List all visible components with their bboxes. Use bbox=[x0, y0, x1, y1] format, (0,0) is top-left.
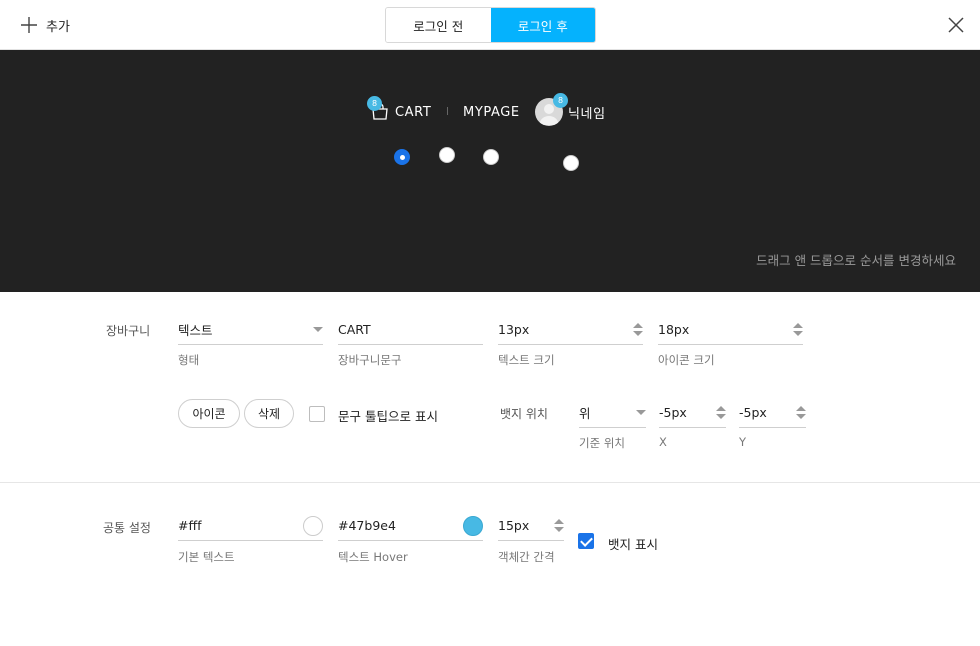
base-color-swatch[interactable] bbox=[303, 515, 323, 536]
cart-badge: 8 bbox=[367, 96, 382, 111]
section-divider bbox=[0, 482, 980, 483]
chevron-down-icon bbox=[636, 410, 646, 415]
stepper-arrows-icon[interactable] bbox=[554, 519, 564, 532]
badge-x-value: -5px bbox=[659, 405, 687, 420]
delete-button[interactable]: 삭제 bbox=[244, 399, 294, 428]
cart-text-input[interactable]: CART bbox=[338, 315, 483, 345]
show-badge-checkbox[interactable] bbox=[578, 533, 594, 549]
stepper-arrows-icon[interactable] bbox=[796, 406, 806, 419]
icon-size-caption: 아이콘 크기 bbox=[658, 353, 715, 367]
text-size-caption: 텍스트 크기 bbox=[498, 353, 555, 367]
cart-section-label: 장바구니 bbox=[106, 324, 151, 338]
badge-x-stepper[interactable]: -5px bbox=[659, 398, 726, 428]
preview-nickname[interactable]: 닉네임 bbox=[568, 102, 606, 122]
preview-mypage[interactable]: MYPAGE bbox=[463, 102, 520, 122]
drag-handle-cart[interactable] bbox=[394, 149, 410, 165]
icon-size-value: 18px bbox=[658, 322, 690, 337]
cart-text-caption: 장바구니문구 bbox=[338, 353, 402, 367]
badge-base-caption: 기준 위치 bbox=[579, 436, 625, 450]
base-text-color-input[interactable]: #fff bbox=[178, 511, 323, 541]
gap-value: 15px bbox=[498, 518, 530, 533]
cart-type-select[interactable]: 텍스트 bbox=[178, 315, 323, 345]
badge-x-caption: X bbox=[659, 435, 667, 449]
hover-text-caption: 텍스트 Hover bbox=[338, 550, 408, 564]
icon-size-stepper[interactable]: 18px bbox=[658, 315, 803, 345]
cart-type-value: 텍스트 bbox=[178, 323, 213, 338]
tab-before-login[interactable]: 로그인 전 bbox=[386, 8, 491, 42]
badge-base-select[interactable]: 위 bbox=[579, 398, 646, 428]
add-label: 추가 bbox=[46, 19, 70, 35]
icon-button[interactable]: 아이콘 bbox=[178, 399, 240, 428]
badge-position-label: 뱃지 위치 bbox=[500, 407, 548, 421]
text-size-stepper[interactable]: 13px bbox=[498, 315, 643, 345]
stepper-arrows-icon[interactable] bbox=[793, 323, 803, 336]
top-bar: 추가 로그인 전 로그인 후 bbox=[0, 0, 980, 50]
login-state-toggle: 로그인 전 로그인 후 bbox=[385, 7, 596, 43]
stepper-arrows-icon[interactable] bbox=[633, 323, 643, 336]
drag-handle-separator[interactable] bbox=[439, 147, 455, 163]
preview-area: CART 8 MYPAGE 8 닉네임 드래그 앤 드롭으로 순서를 변경하세요 bbox=[0, 50, 980, 292]
chevron-down-icon bbox=[313, 327, 323, 332]
badge-y-caption: Y bbox=[739, 435, 747, 449]
preview-nickname-label: 닉네임 bbox=[568, 106, 606, 122]
preview-mypage-label: MYPAGE bbox=[463, 104, 520, 120]
cart-text-value: CART bbox=[338, 322, 371, 337]
hover-text-color-value: #47b9e4 bbox=[338, 518, 396, 533]
show-badge-label: 뱃지 표시 bbox=[608, 537, 658, 552]
text-size-value: 13px bbox=[498, 322, 530, 337]
tooltip-label: 문구 툴팁으로 표시 bbox=[338, 409, 438, 424]
badge-y-stepper[interactable]: -5px bbox=[739, 398, 806, 428]
gap-caption: 객체간 간격 bbox=[498, 550, 555, 564]
hover-text-color-input[interactable]: #47b9e4 bbox=[338, 511, 483, 541]
add-button[interactable]: 추가 bbox=[20, 14, 70, 36]
tooltip-checkbox[interactable] bbox=[309, 406, 325, 422]
common-section-label: 공통 설정 bbox=[103, 521, 151, 535]
drag-handle-mypage[interactable] bbox=[483, 149, 499, 165]
cart-type-caption: 형태 bbox=[178, 353, 200, 367]
gap-stepper[interactable]: 15px bbox=[498, 511, 564, 541]
nickname-badge: 8 bbox=[553, 93, 568, 108]
nav-separator bbox=[447, 107, 448, 115]
drag-handle-nickname[interactable] bbox=[563, 155, 579, 171]
stepper-arrows-icon[interactable] bbox=[716, 406, 726, 419]
hover-color-swatch[interactable] bbox=[463, 515, 483, 536]
base-text-color-value: #fff bbox=[178, 518, 202, 533]
preview-cart-label: CART bbox=[395, 104, 432, 120]
plus-icon bbox=[21, 17, 37, 33]
drag-hint: 드래그 앤 드롭으로 순서를 변경하세요 bbox=[756, 253, 956, 268]
base-text-caption: 기본 텍스트 bbox=[178, 550, 235, 564]
close-icon[interactable] bbox=[946, 15, 966, 35]
badge-base-value: 위 bbox=[579, 406, 591, 421]
badge-y-value: -5px bbox=[739, 405, 767, 420]
tab-after-login[interactable]: 로그인 후 bbox=[490, 8, 595, 42]
